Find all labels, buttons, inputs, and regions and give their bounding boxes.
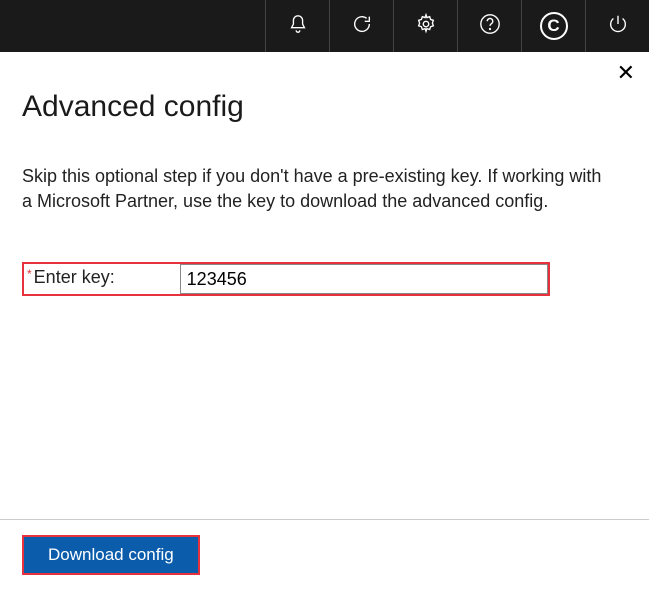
- config-panel: ✕ Advanced config Skip this optional ste…: [0, 52, 649, 593]
- panel-footer: Download config: [0, 519, 649, 593]
- top-bar: C: [0, 0, 649, 52]
- enter-key-input[interactable]: [180, 264, 548, 294]
- required-indicator: *: [24, 264, 32, 294]
- help-icon: [479, 13, 501, 40]
- close-button[interactable]: ✕: [617, 62, 635, 84]
- bell-icon: [287, 13, 309, 40]
- close-icon: ✕: [617, 60, 635, 85]
- power-button[interactable]: [585, 0, 649, 52]
- notifications-button[interactable]: [265, 0, 329, 52]
- enter-key-field: * Enter key:: [22, 262, 550, 296]
- page-description: Skip this optional step if you don't hav…: [22, 164, 602, 214]
- download-config-button[interactable]: Download config: [24, 537, 198, 573]
- enter-key-label: Enter key:: [32, 264, 180, 294]
- refresh-button[interactable]: [329, 0, 393, 52]
- gear-icon: [415, 13, 437, 40]
- power-icon: [607, 13, 629, 40]
- download-highlight: Download config: [22, 535, 200, 575]
- copyright-icon: C: [540, 12, 568, 40]
- help-button[interactable]: [457, 0, 521, 52]
- copyright-button[interactable]: C: [521, 0, 585, 52]
- refresh-icon: [351, 13, 373, 40]
- page-title: Advanced config: [22, 90, 627, 124]
- settings-button[interactable]: [393, 0, 457, 52]
